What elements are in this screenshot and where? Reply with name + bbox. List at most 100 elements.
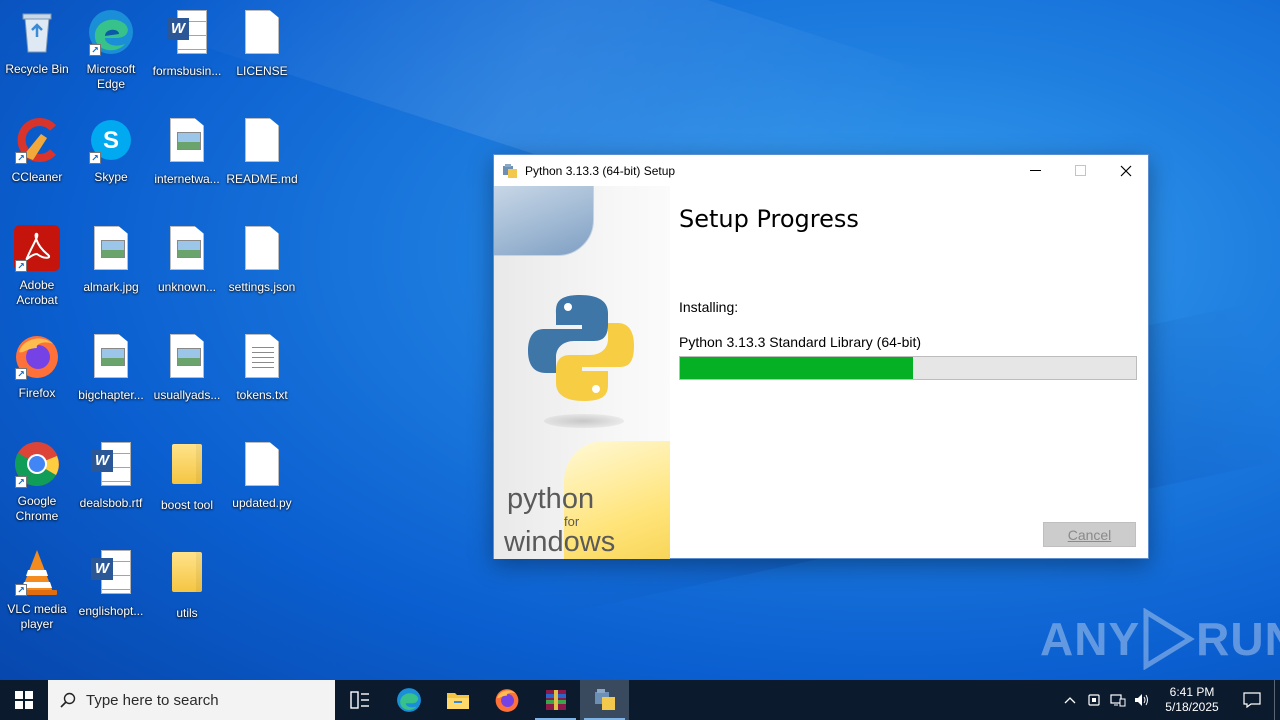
desktop-icon-label: Microsoft Edge [86, 62, 136, 91]
desktop-icon-label: Adobe Acrobat [16, 278, 58, 307]
desktop-icon-label: almark.jpg [83, 280, 139, 294]
ccleaner-icon: ↗ [13, 116, 61, 164]
logo-shadow [544, 414, 624, 428]
action-center-button[interactable] [1230, 680, 1274, 720]
anyrun-watermark: ANY RUN [1040, 608, 1280, 670]
taskbar-firefox[interactable] [482, 680, 531, 720]
desktop-icon-utils[interactable]: utils [150, 548, 224, 621]
desktop-icon-skype[interactable]: S ↗ Skype [74, 116, 148, 185]
shortcut-arrow-icon: ↗ [15, 368, 27, 380]
desktop-icon-usuallyads[interactable]: usuallyads... [150, 332, 224, 403]
word-document-icon: W [87, 442, 135, 490]
taskbar-file-explorer[interactable] [433, 680, 482, 720]
desktop-icon-bigchapter[interactable]: bigchapter... [74, 332, 148, 403]
file-explorer-icon [446, 693, 469, 709]
close-button[interactable] [1103, 155, 1148, 186]
taskbar-search-box[interactable]: Type here to search [48, 680, 335, 720]
skype-icon: S ↗ [87, 116, 135, 164]
edge-icon: ↗ [87, 8, 135, 56]
image-file-icon [87, 226, 135, 274]
current-item-label: Python 3.13.3 Standard Library (64-bit) [679, 334, 922, 350]
taskbar: Type here to search 6:41 PM 5/18/2025 [0, 680, 1280, 720]
desktop-icon-label: Google Chrome [15, 494, 59, 523]
desktop-icon-formsbusin[interactable]: W formsbusin... [150, 8, 224, 79]
desktop-icon-settings-json[interactable]: settings.json [225, 224, 299, 295]
word-document-icon: W [163, 10, 211, 58]
blank-file-icon [238, 442, 286, 490]
show-hidden-icons-button[interactable] [1058, 680, 1082, 720]
desktop-icon-firefox[interactable]: ↗ Firefox [0, 332, 74, 401]
desktop-icon-vlc[interactable]: ↗ VLC media player [0, 548, 74, 632]
watermark-text-left: ANY [1040, 613, 1141, 665]
tray-device-button[interactable] [1082, 680, 1106, 720]
task-view-button[interactable] [335, 680, 384, 720]
maximize-button[interactable] [1058, 155, 1103, 186]
desktop-icon-dealsbob[interactable]: W dealsbob.rtf [74, 440, 148, 511]
svg-text:S: S [103, 127, 119, 154]
desktop-icon-updated-py[interactable]: updated.py [225, 440, 299, 511]
search-icon [60, 692, 76, 708]
shortcut-arrow-icon: ↗ [15, 584, 27, 596]
text-file-icon [238, 334, 286, 382]
minimize-button[interactable] [1013, 155, 1058, 186]
chrome-icon: ↗ [13, 440, 61, 488]
image-file-icon [163, 226, 211, 274]
firefox-icon [495, 689, 518, 712]
play-triangle-icon [1143, 608, 1195, 670]
folder-icon [163, 552, 211, 600]
desktop-icon-unknown[interactable]: unknown... [150, 224, 224, 295]
desktop-icon-microsoft-edge[interactable]: ↗ Microsoft Edge [74, 8, 148, 92]
desktop-icon-label: internetwa... [154, 172, 220, 186]
desktop-icon-label: updated.py [232, 496, 292, 510]
image-file-icon [87, 334, 135, 382]
progress-fill [680, 357, 913, 379]
python-setup-window[interactable]: Python 3.13.3 (64-bit) Setup python for … [493, 154, 1149, 559]
desktop-icon-boost-tool[interactable]: boost tool [150, 440, 224, 513]
watermark-text-right: RUN [1196, 613, 1280, 665]
notification-icon [1243, 692, 1261, 708]
acrobat-icon: ↗ [13, 224, 61, 272]
image-file-icon [163, 118, 211, 166]
python-setup-icon [594, 689, 615, 710]
desktop-icon-label: utils [176, 606, 198, 620]
windows-logo-icon [15, 691, 33, 709]
edge-icon [396, 688, 421, 712]
tray-network-button[interactable] [1106, 680, 1130, 720]
tray-volume-button[interactable] [1130, 680, 1154, 720]
desktop-icon-readme[interactable]: README.md [225, 116, 299, 187]
task-view-icon [349, 691, 369, 709]
shortcut-arrow-icon: ↗ [89, 44, 101, 56]
desktop-icon-internetwa[interactable]: internetwa... [150, 116, 224, 187]
vlc-icon: ↗ [13, 548, 61, 596]
blank-file-icon [238, 118, 286, 166]
decorative-blue-shape [494, 186, 594, 256]
desktop-icon-label: englishopt... [78, 604, 144, 618]
recycle-bin-icon [13, 8, 61, 56]
device-icon [1088, 694, 1100, 706]
volume-icon [1135, 694, 1148, 706]
desktop-icon-tokens[interactable]: tokens.txt [225, 332, 299, 403]
taskbar-clock[interactable]: 6:41 PM 5/18/2025 [1154, 685, 1230, 715]
shortcut-arrow-icon: ↗ [15, 476, 27, 488]
start-button[interactable] [0, 680, 48, 720]
shortcut-arrow-icon: ↗ [15, 152, 27, 164]
cancel-button[interactable]: Cancel [1043, 522, 1136, 547]
desktop-icon-google-chrome[interactable]: ↗ Google Chrome [0, 440, 74, 524]
show-desktop-button[interactable] [1274, 680, 1280, 720]
window-titlebar[interactable]: Python 3.13.3 (64-bit) Setup [494, 155, 1148, 186]
clock-date: 5/18/2025 [1165, 700, 1219, 714]
desktop-icon-adobe-acrobat[interactable]: ↗ Adobe Acrobat [0, 224, 74, 308]
taskbar-winrar[interactable] [531, 680, 580, 720]
taskbar-python-setup[interactable] [580, 680, 629, 720]
desktop-icon-recycle-bin[interactable]: Recycle Bin [0, 8, 74, 77]
desktop-icon-license[interactable]: LICENSE [225, 8, 299, 79]
search-placeholder: Type here to search [86, 691, 219, 709]
install-progress-bar [679, 356, 1137, 380]
winrar-icon [545, 690, 566, 710]
desktop-icon-almark[interactable]: almark.jpg [74, 224, 148, 295]
taskbar-edge[interactable] [384, 680, 433, 720]
window-title: Python 3.13.3 (64-bit) Setup [525, 163, 676, 178]
desktop-icon-englishopt[interactable]: W englishopt... [74, 548, 148, 619]
desktop-icon-label: Firefox [18, 386, 56, 400]
desktop-icon-ccleaner[interactable]: ↗ CCleaner [0, 116, 74, 185]
